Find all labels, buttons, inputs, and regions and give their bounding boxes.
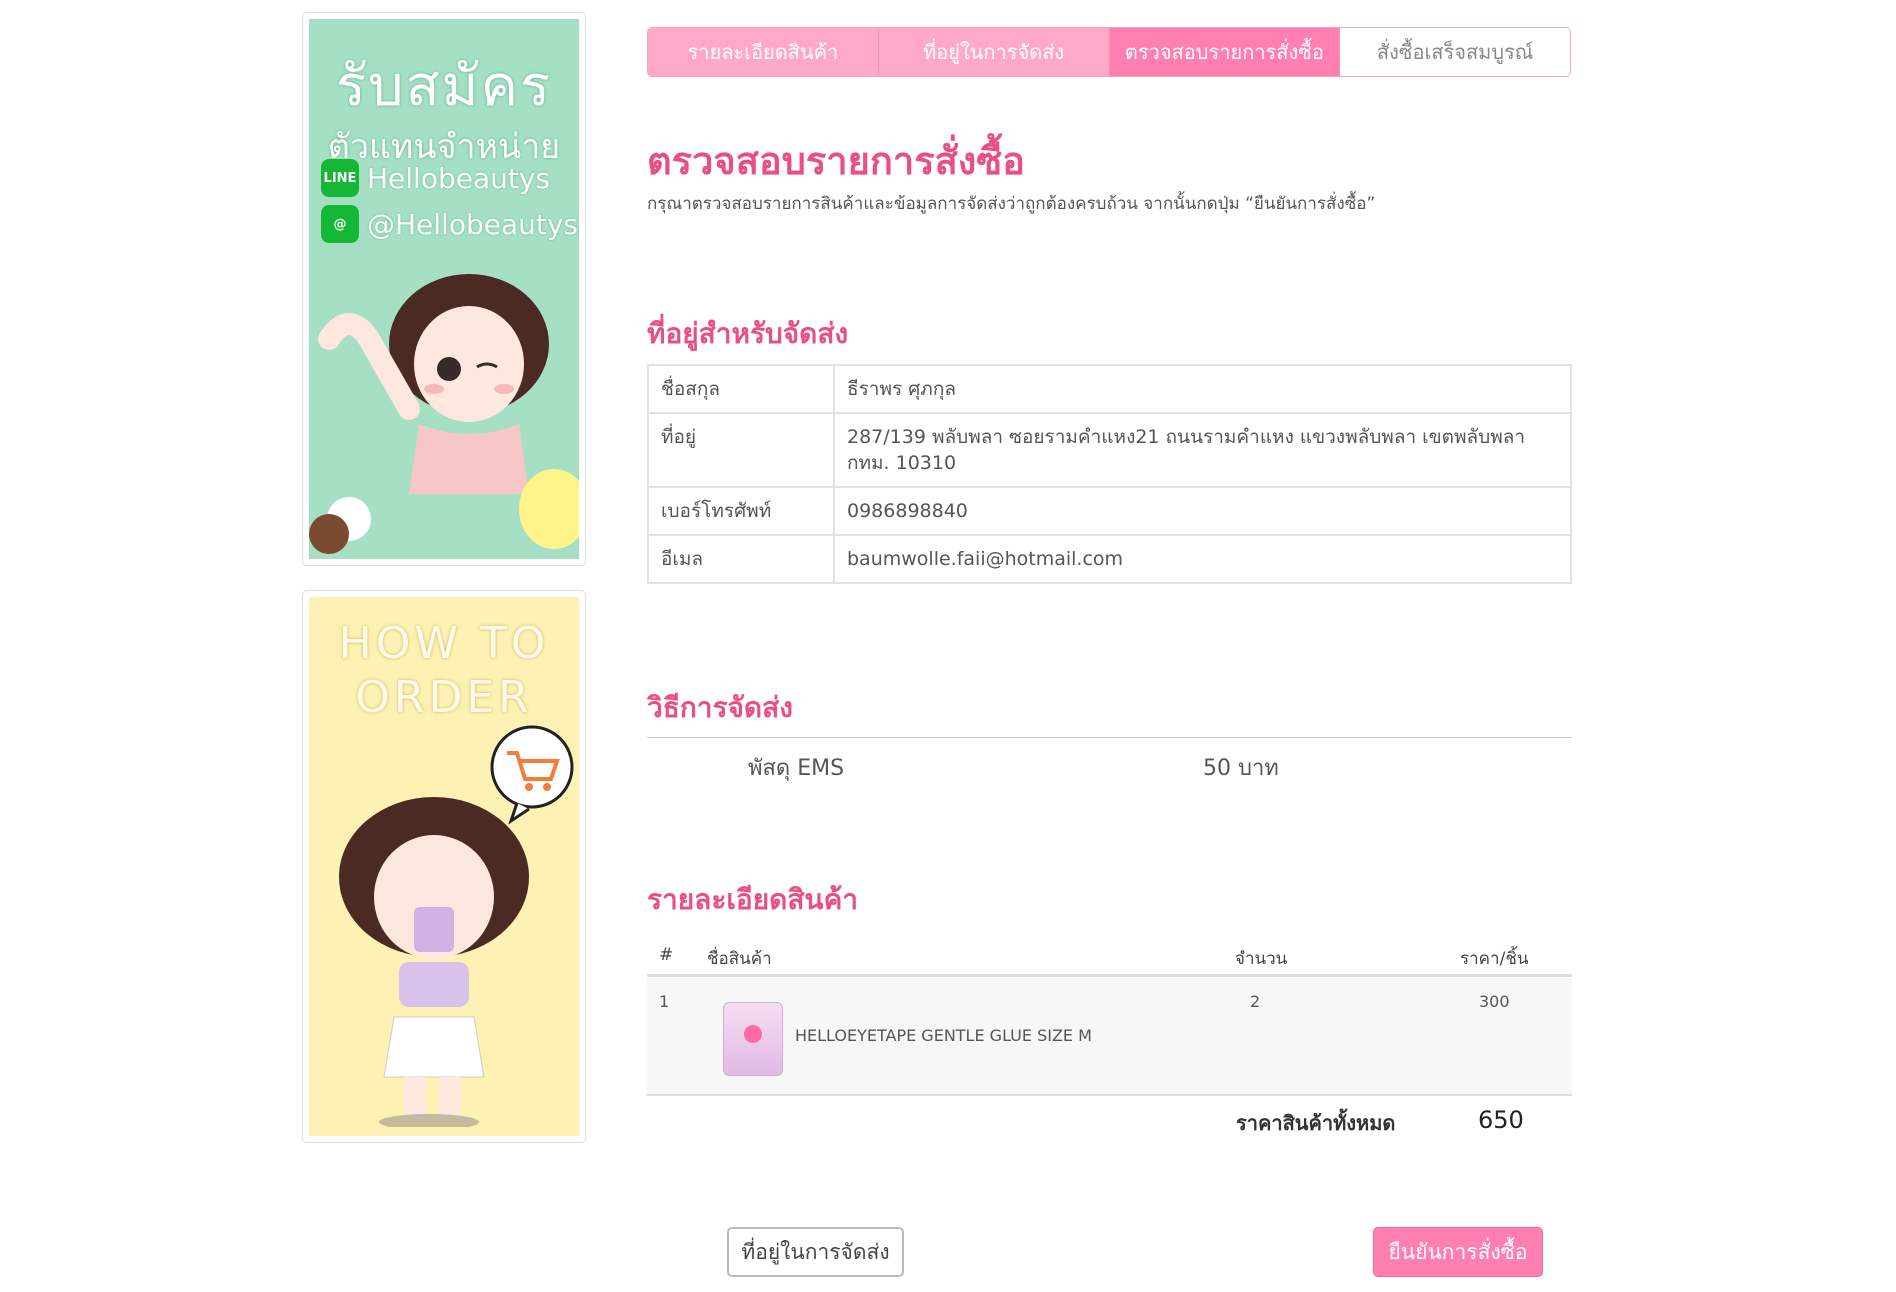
- shipping-method-heading: วิธีการจัดส่ง: [647, 691, 793, 724]
- name-value: ธีราพร ศุภกุล: [833, 364, 1572, 414]
- how-to-order-title: HOW TO ORDER: [309, 617, 579, 725]
- product-table-header: # ชื่อสินค้า จำนวน ราคา/ชิ้น: [647, 935, 1572, 977]
- recruit-banner-image: รับสมัคร ตัวแทนจำหน่าย LINE Hellobeautys…: [309, 19, 579, 559]
- cartoon-girl-phone-illustration: [339, 797, 529, 1127]
- page-instruction: กรุณาตรวจสอบรายการสินค้าและข้อมูลการจัดส…: [647, 194, 1376, 214]
- name-label: ชื่อสกุล: [647, 364, 835, 414]
- total-label: ราคาสินค้าทั้งหมด: [1236, 1111, 1396, 1135]
- step-shipping-address[interactable]: ที่อยู่ในการจัดส่ง: [878, 28, 1110, 76]
- column-quantity: จำนวน: [1235, 949, 1288, 969]
- table-row: 1 HELLOEYETAPE GENTLE GLUE SIZE M 2 300: [647, 978, 1572, 1096]
- email-label: อีเมล: [647, 534, 835, 584]
- shipping-address-table: ชื่อสกุล ธีราพร ศุภกุล ที่อยู่ 287/139 พ…: [647, 364, 1572, 584]
- product-unit-price: 300: [1479, 992, 1510, 1011]
- email-value: baumwolle.faii@hotmail.com: [833, 534, 1572, 584]
- phone-label: เบอร์โทรศัพท์: [647, 486, 835, 536]
- checkout-steps: รายละเอียดสินค้า ที่อยู่ในการจัดส่ง ตรวจ…: [647, 27, 1571, 77]
- at-icon: @: [321, 205, 359, 243]
- page-title: ตรวจสอบรายการสั่งซื้อ: [647, 139, 1025, 183]
- shipping-method-name: พัสดุ EMS: [748, 756, 845, 781]
- how-to-order-banner[interactable]: HOW TO ORDER: [302, 590, 586, 1143]
- address-value: 287/139 พลับพลา ซอยรามคำแหง21 ถนนรามคำแห…: [833, 412, 1572, 488]
- product-name[interactable]: HELLOEYETAPE GENTLE GLUE SIZE M: [795, 1026, 1092, 1045]
- step-order-complete: สั่งซื้อเสร็จสมบูรณ์: [1340, 28, 1570, 76]
- step-review-order[interactable]: ตรวจสอบรายการสั่งซื้อ: [1109, 28, 1341, 76]
- phone-value: 0986898840: [833, 486, 1572, 536]
- address-row-name: ชื่อสกุล ธีราพร ศุภกุล: [647, 364, 1572, 414]
- recruit-banner-title: รับสมัคร: [335, 54, 553, 119]
- column-number: #: [659, 945, 674, 965]
- how-to-order-banner-image: HOW TO ORDER: [309, 597, 579, 1136]
- row-number: 1: [659, 992, 670, 1011]
- line-at-contact: @ @Hellobeautys: [321, 205, 578, 243]
- line-at-id: @Hellobeautys: [367, 207, 579, 241]
- how-to-order-line1: HOW TO: [338, 618, 550, 669]
- recruit-banner[interactable]: รับสมัคร ตัวแทนจำหน่าย LINE Hellobeautys…: [302, 12, 586, 566]
- shipping-method-price: 50 บาท: [1203, 756, 1279, 781]
- line-id: Hellobeautys: [367, 161, 551, 195]
- address-row-phone: เบอร์โทรศัพท์ 0986898840: [647, 486, 1572, 536]
- back-to-shipping-address-button[interactable]: ที่อยู่ในการจัดส่ง: [727, 1227, 904, 1277]
- step-product-details[interactable]: รายละเอียดสินค้า: [648, 28, 879, 76]
- total-value: 650: [1478, 1106, 1524, 1134]
- address-row-address: ที่อยู่ 287/139 พลับพลา ซอยรามคำแหง21 ถน…: [647, 412, 1572, 488]
- confirm-order-button[interactable]: ยืนยันการสั่งซื้อ: [1373, 1227, 1543, 1277]
- cartoon-girl-illustration: [309, 274, 579, 554]
- shipping-method-divider: [647, 737, 1572, 738]
- product-details-heading: รายละเอียดสินค้า: [647, 883, 859, 916]
- column-product-name: ชื่อสินค้า: [707, 949, 772, 969]
- column-unit-price: ราคา/ชิ้น: [1460, 949, 1529, 969]
- how-to-order-line2: ORDER: [355, 672, 533, 723]
- product-quantity: 2: [1250, 992, 1261, 1011]
- address-row-email: อีเมล baumwolle.faii@hotmail.com: [647, 534, 1572, 584]
- address-label: ที่อยู่: [647, 412, 835, 488]
- line-contact: LINE Hellobeautys: [321, 159, 550, 197]
- line-icon: LINE: [321, 159, 359, 197]
- product-thumbnail[interactable]: [723, 1002, 783, 1076]
- shipping-address-heading: ที่อยู่สำหรับจัดส่ง: [647, 317, 849, 350]
